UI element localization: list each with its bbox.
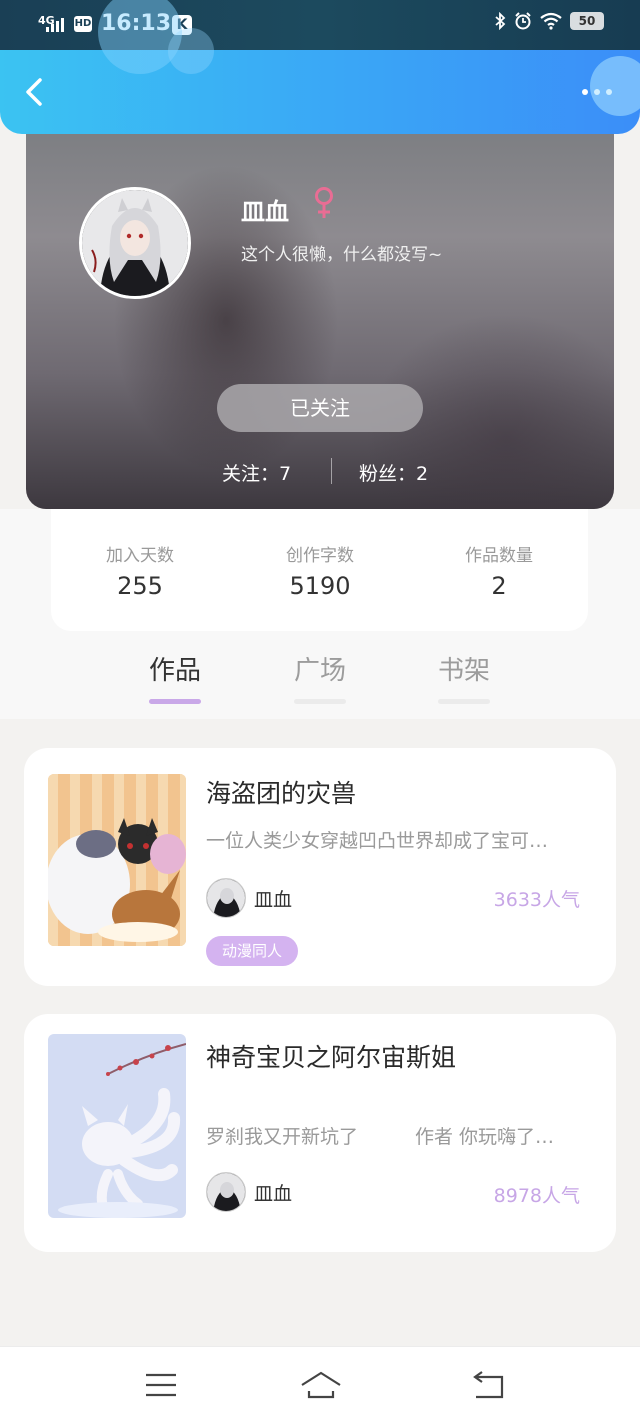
stat-label: 作品数量 — [465, 546, 533, 566]
work-description: 罗刹我又开新坑了 作者 你玩嗨了… — [206, 1126, 555, 1148]
stat-value: 5190 — [289, 572, 351, 600]
battery-icon: 50 — [570, 12, 604, 30]
stats-divider — [331, 458, 332, 484]
cover-image — [48, 774, 186, 946]
tab-square[interactable]: 广场 — [270, 650, 370, 704]
stat-works-count: 作品数量 2 — [429, 541, 569, 600]
tab-label: 作品 — [148, 656, 201, 686]
stat-word-count: 创作字数 5190 — [250, 541, 390, 600]
profile-username: 皿血 — [241, 198, 289, 226]
work-title: 海盗团的灾兽 — [206, 779, 357, 808]
home-icon — [301, 1371, 341, 1399]
author-name: 皿血 — [254, 1182, 293, 1205]
follow-stats: 关注：7 粉丝：2 — [26, 456, 614, 486]
work-author[interactable]: 皿血 — [206, 878, 292, 918]
tab-indicator — [149, 699, 201, 704]
follow-button[interactable]: 已关注 — [217, 384, 423, 432]
menu-button[interactable] — [143, 1369, 179, 1401]
work-cover-image — [48, 774, 186, 946]
author-avatar — [206, 1172, 246, 1212]
work-popularity: 8978人气 — [493, 1185, 580, 1207]
back-button[interactable] — [18, 74, 54, 110]
home-button[interactable] — [299, 1369, 343, 1401]
cover-image — [48, 1034, 186, 1218]
fans-count[interactable]: 粉丝：2 — [359, 459, 428, 486]
status-right-icons: 50 — [494, 12, 604, 30]
work-cover-image — [48, 1034, 186, 1218]
stat-value: 255 — [117, 572, 163, 600]
system-nav-bar — [0, 1346, 640, 1422]
work-author[interactable]: 皿血 — [206, 1172, 292, 1212]
work-description: 一位人类少女穿越凹凸世界却成了宝可… — [206, 830, 549, 852]
profile-tabs: 作品 广场 书架 — [0, 640, 640, 718]
stats-card: 加入天数 255 创作字数 5190 作品数量 2 — [51, 509, 588, 631]
following-count[interactable]: 关注：7 — [222, 459, 291, 486]
wifi-icon — [540, 12, 562, 30]
female-gender-icon — [315, 187, 333, 218]
return-icon — [473, 1371, 504, 1399]
profile-card: 皿血 这个人很懒，什么都没写~ 已关注 关注：7 粉丝：2 — [26, 120, 614, 509]
stat-value: 2 — [491, 572, 507, 600]
author-avatar-image — [207, 1173, 245, 1211]
tab-indicator — [438, 699, 490, 704]
author-avatar — [206, 878, 246, 918]
work-title: 神奇宝贝之阿尔宙斯姐 — [206, 1043, 457, 1072]
back-nav-button[interactable] — [470, 1369, 506, 1401]
work-tag[interactable]: 动漫同人 — [206, 936, 299, 966]
stat-join-days: 加入天数 255 — [70, 541, 210, 600]
work-popularity: 3633人气 — [493, 889, 580, 911]
status-bar: 4G HD 16:13 K 50 — [0, 0, 640, 50]
tab-label: 书架 — [437, 656, 490, 686]
chevron-left-icon — [26, 78, 42, 106]
app-header — [0, 50, 640, 134]
stat-label: 加入天数 — [106, 546, 174, 566]
alarm-icon — [515, 12, 531, 30]
author-avatar-image — [207, 879, 245, 917]
signal-bars-icon — [46, 16, 66, 32]
work-card[interactable]: 神奇宝贝之阿尔宙斯姐 罗刹我又开新坑了 作者 你玩嗨了… 皿血 8978人气 — [24, 1014, 616, 1252]
menu-icon — [146, 1373, 176, 1397]
avatar-image — [82, 190, 188, 296]
tab-indicator — [294, 699, 346, 704]
hd-icon: HD — [74, 16, 92, 32]
decor-bubble — [168, 28, 214, 74]
tab-bookshelf[interactable]: 书架 — [414, 650, 514, 704]
bluetooth-icon — [495, 12, 506, 30]
author-name: 皿血 — [254, 888, 293, 911]
more-dot-icon — [582, 89, 588, 95]
profile-bio: 这个人很懒，什么都没写~ — [241, 245, 443, 265]
stat-label: 创作字数 — [286, 546, 354, 566]
profile-avatar[interactable] — [79, 187, 191, 299]
tab-label: 广场 — [293, 656, 346, 686]
work-card[interactable]: 海盗团的灾兽 一位人类少女穿越凹凸世界却成了宝可… 皿血 3633人气 动漫同人 — [24, 748, 616, 986]
tab-works[interactable]: 作品 — [125, 650, 225, 704]
